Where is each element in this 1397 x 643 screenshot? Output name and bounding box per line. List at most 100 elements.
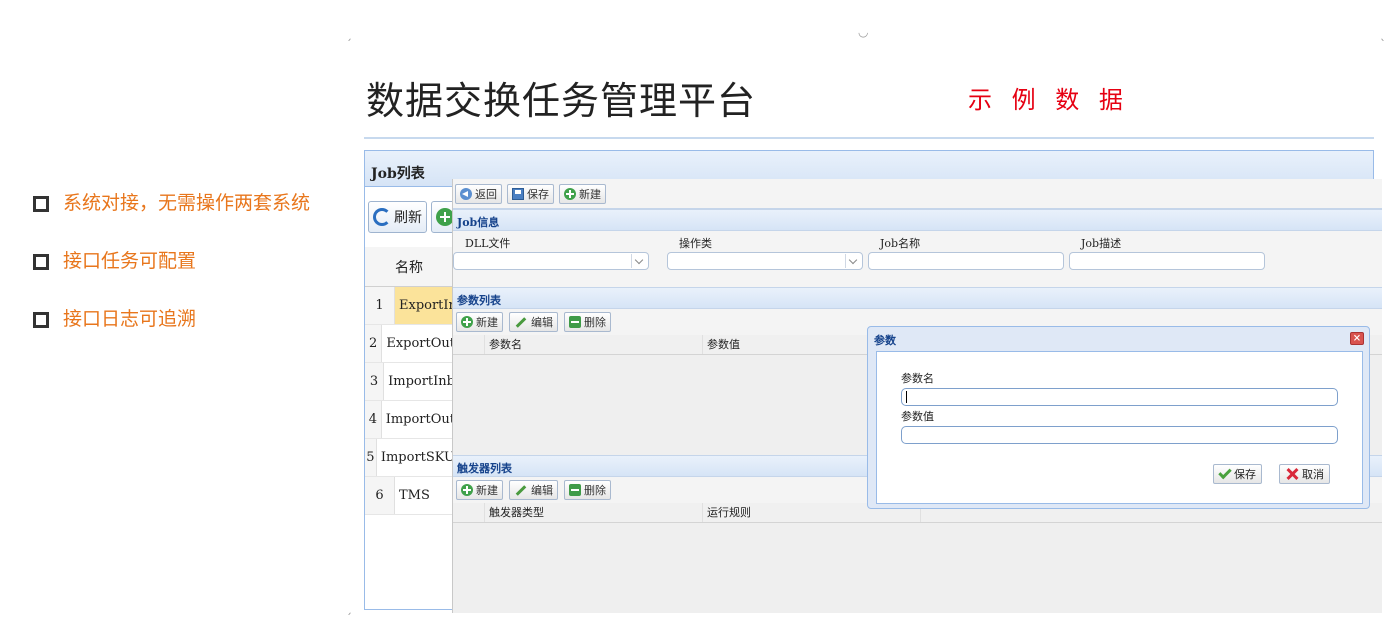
bullet-item: 系统对接，无需操作两套系统	[33, 190, 333, 216]
dll-file-field: DLL文件	[453, 235, 649, 270]
param-name-label: 参数名	[901, 372, 934, 385]
table-row[interactable]: 3 ImportInb	[365, 363, 455, 401]
bullet-text: 接口任务可配置	[63, 250, 197, 272]
param-new-label: 新建	[476, 316, 498, 329]
param-dialog-title-text: 参数	[874, 334, 896, 347]
job-name-field: Job名称	[868, 235, 1064, 270]
table-row[interactable]: 4 ImportOut	[365, 401, 455, 439]
row-number: 1	[365, 287, 395, 324]
dialog-cancel-button[interactable]: 取消	[1279, 464, 1330, 484]
trigger-delete-button[interactable]: 删除	[564, 480, 611, 500]
cancel-x-icon	[1285, 467, 1299, 481]
back-label: 返回	[475, 187, 497, 201]
save-icon	[512, 187, 524, 200]
job-name: ImportSKU	[380, 450, 455, 465]
job-grid-header: 名称	[365, 247, 455, 287]
refresh-button[interactable]: 刷新	[368, 201, 427, 233]
edit-toolbar: 返回 保存 新建	[453, 179, 1382, 209]
add-icon	[564, 187, 576, 200]
bullet-text: 接口日志可追溯	[63, 308, 197, 330]
operation-class-select[interactable]	[667, 252, 863, 270]
job-name-label: Job名称	[880, 237, 921, 250]
param-edit-button[interactable]: 编辑	[509, 312, 558, 332]
trigger-new-button[interactable]: 新建	[456, 480, 503, 500]
param-list-section-title: 参数列表	[453, 287, 1382, 309]
param-dialog: 参数 × 参数名 参数值 保存 取消	[867, 326, 1370, 509]
dll-file-select[interactable]	[453, 252, 649, 270]
back-button[interactable]: 返回	[455, 183, 502, 204]
job-info-fields: DLL文件 操作类 Job名称 Job描述	[453, 231, 1382, 287]
job-description-input[interactable]	[1069, 252, 1265, 270]
param-new-button[interactable]: 新建	[456, 312, 503, 332]
save-button[interactable]: 保存	[507, 183, 554, 204]
dialog-cancel-label: 取消	[1302, 468, 1324, 481]
dialog-save-button[interactable]: 保存	[1213, 464, 1262, 484]
chevron-down-icon[interactable]	[631, 254, 647, 268]
new-label: 新建	[579, 187, 601, 201]
bullet-text: 系统对接，无需操作两套系统	[63, 192, 311, 214]
dll-file-label: DLL文件	[465, 237, 511, 250]
trigger-edit-label: 编辑	[531, 484, 553, 497]
sample-data-tag: 示 例 数 据	[968, 86, 1129, 114]
minus-icon	[569, 316, 581, 328]
row-number: 2	[365, 325, 383, 362]
param-dialog-title: 参数 ×	[868, 327, 1369, 351]
trigger-edit-button[interactable]: 编辑	[509, 480, 558, 500]
minus-icon	[569, 484, 581, 496]
title-divider	[364, 137, 1374, 139]
job-name: ExportOut	[386, 336, 455, 351]
back-icon	[460, 187, 472, 200]
row-number: 6	[365, 477, 395, 514]
add-icon	[461, 316, 473, 328]
job-description-label: Job描述	[1081, 237, 1122, 250]
square-bullet-icon	[33, 196, 49, 212]
check-icon	[1218, 465, 1232, 480]
table-row[interactable]: 5 ImportSKU	[365, 439, 455, 477]
row-number-header	[453, 335, 485, 354]
param-name-input[interactable]	[901, 388, 1338, 406]
trigger-new-label: 新建	[476, 484, 498, 497]
job-name: ImportOut	[385, 412, 455, 427]
operation-class-label: 操作类	[679, 237, 712, 250]
refresh-label: 刷新	[394, 210, 422, 226]
close-icon[interactable]: ×	[1350, 332, 1364, 345]
refresh-icon	[373, 208, 391, 226]
trigger-grid-body	[453, 523, 1382, 603]
pencil-icon	[515, 484, 527, 496]
job-name: ExportInb	[395, 287, 455, 324]
table-row[interactable]: 1ExportInb	[365, 287, 455, 325]
table-row[interactable]: 2 ExportOut	[365, 325, 455, 363]
square-bullet-icon	[33, 254, 49, 270]
bullet-item: 接口日志可追溯	[33, 306, 333, 332]
bullet-item: 接口任务可配置	[33, 248, 333, 274]
corner-mark: ◡	[858, 25, 869, 39]
param-value-input[interactable]	[901, 426, 1338, 444]
column-header-name: 名称	[395, 259, 423, 276]
table-row[interactable]: 6 TMS	[365, 477, 455, 515]
job-list-toolbar: 刷新	[368, 201, 459, 233]
dialog-save-label: 保存	[1234, 468, 1256, 481]
row-number: 5	[365, 439, 377, 476]
chevron-down-icon[interactable]	[845, 254, 861, 268]
job-name: TMS	[399, 488, 430, 503]
square-bullet-icon	[33, 312, 49, 328]
row-number: 4	[365, 401, 382, 438]
param-delete-label: 删除	[584, 316, 606, 329]
trigger-delete-label: 删除	[584, 484, 606, 497]
new-button[interactable]: 新建	[559, 183, 606, 204]
operation-class-field: 操作类	[667, 235, 863, 270]
pencil-icon	[515, 316, 527, 328]
job-name-input[interactable]	[868, 252, 1064, 270]
job-grid: 名称 1ExportInb 2ExportOut 3ImportInb 4Imp…	[365, 247, 455, 515]
feature-bullets: 系统对接，无需操作两套系统 接口任务可配置 接口日志可追溯	[33, 190, 333, 364]
param-dialog-body: 参数名 参数值 保存 取消	[876, 351, 1363, 504]
row-number: 3	[365, 363, 385, 400]
job-info-section-title: Job信息	[453, 209, 1382, 231]
column-header-param-name: 参数名	[485, 335, 703, 354]
corner-mark: ˏ	[346, 601, 352, 615]
job-name: ImportInb	[388, 374, 455, 389]
column-header-trigger-type: 触发器类型	[485, 503, 703, 522]
param-delete-button[interactable]: 删除	[564, 312, 611, 332]
row-number-header	[453, 503, 485, 522]
corner-mark: ˎ	[1380, 27, 1386, 41]
